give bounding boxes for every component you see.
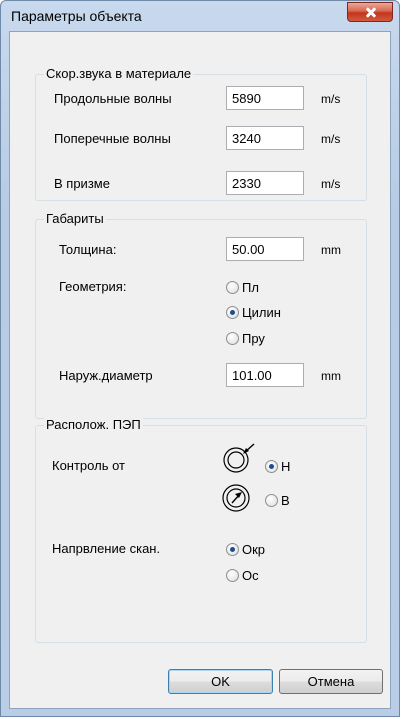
title-bar[interactable]: Параметры объекта	[1, 1, 399, 31]
geometry-plate-label: Пл	[242, 280, 259, 295]
outer-diameter-label: Наруж.диаметр	[59, 368, 153, 383]
cancel-button[interactable]: Отмена	[279, 669, 383, 694]
control-inner-label: В	[281, 493, 290, 508]
geometry-cylinder-radio[interactable]: Цилин	[226, 305, 296, 321]
outer-diameter-unit: mm	[321, 369, 341, 383]
radio-circle	[265, 460, 278, 473]
scan-axial-label: Ос	[242, 568, 259, 583]
scan-axial-radio[interactable]: Ос	[226, 568, 286, 584]
geometry-cylinder-label: Цилин	[242, 305, 281, 320]
geometry-label: Геометрия:	[59, 279, 127, 294]
transverse-input[interactable]: 3240	[226, 126, 304, 150]
control-outer-radio[interactable]: Н	[265, 459, 305, 475]
outer-surface-icon	[223, 443, 255, 473]
speed-group-title: Скор.звука в материале	[44, 66, 194, 81]
geometry-rod-radio[interactable]: Пру	[226, 331, 296, 347]
prism-input[interactable]: 2330	[226, 171, 304, 195]
thickness-unit: mm	[321, 243, 341, 257]
radio-circle	[226, 306, 239, 319]
thickness-input[interactable]: 50.00	[226, 237, 304, 261]
dimensions-group-title: Габариты	[44, 211, 106, 226]
prism-label: В призме	[54, 176, 110, 191]
radio-circle	[226, 569, 239, 582]
prism-unit: m/s	[321, 177, 341, 191]
probe-group-title: Располож. ПЭП	[44, 417, 143, 432]
radio-circle	[226, 543, 239, 556]
radio-circle	[226, 332, 239, 345]
transverse-unit: m/s	[321, 132, 341, 146]
dialog-window: Параметры объекта Скор.звука в материале…	[0, 0, 400, 717]
scan-circumferential-radio[interactable]: Окр	[226, 542, 286, 558]
longitudinal-unit: m/s	[321, 92, 341, 106]
longitudinal-input[interactable]: 5890	[226, 86, 304, 110]
control-from-label: Контроль от	[52, 458, 125, 473]
scan-circumferential-label: Окр	[242, 542, 266, 557]
ok-button[interactable]: OK	[168, 669, 273, 694]
window-title: Параметры объекта	[11, 8, 142, 24]
control-inner-radio[interactable]: В	[265, 493, 305, 509]
dialog-client-area: Скор.звука в материале Продольные волны …	[9, 31, 391, 709]
transverse-label: Поперечные волны	[54, 131, 171, 146]
close-button[interactable]	[347, 2, 393, 22]
outer-diameter-input[interactable]: 101.00	[226, 363, 304, 387]
thickness-label: Толщина:	[59, 242, 117, 257]
radio-circle	[226, 281, 239, 294]
longitudinal-label: Продольные волны	[54, 91, 172, 106]
control-outer-label: Н	[281, 459, 291, 474]
inner-surface-icon	[222, 484, 250, 512]
geometry-rod-label: Пру	[242, 331, 265, 346]
scan-direction-label: Напрвление скан.	[52, 541, 161, 556]
geometry-plate-radio[interactable]: Пл	[226, 280, 296, 296]
radio-circle	[265, 494, 278, 507]
